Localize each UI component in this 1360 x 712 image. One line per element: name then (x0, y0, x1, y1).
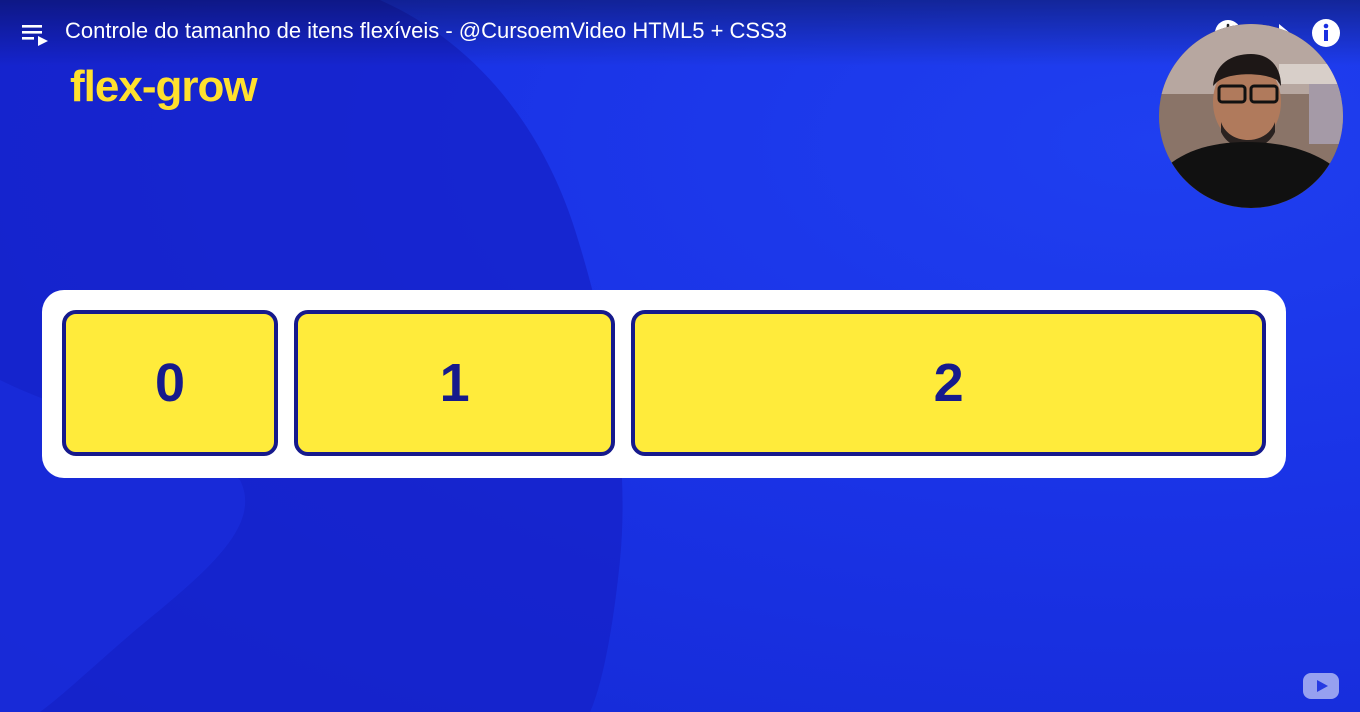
presenter-image (1159, 24, 1343, 208)
slide-heading: flex-grow (70, 62, 258, 111)
presenter-webcam (1159, 24, 1343, 208)
youtube-logo-icon[interactable] (1302, 672, 1340, 700)
flex-container: 0 1 2 (42, 290, 1286, 478)
player-top-bar: Controle do tamanho de itens flexíveis -… (0, 0, 1360, 66)
video-title[interactable]: Controle do tamanho de itens flexíveis -… (65, 18, 787, 44)
flex-item-1: 1 (294, 310, 616, 456)
flex-item-0: 0 (62, 310, 278, 456)
info-icon[interactable] (1311, 18, 1341, 48)
video-frame[interactable]: Controle do tamanho de itens flexíveis -… (0, 0, 1360, 712)
playlist-icon[interactable] (22, 22, 48, 46)
flex-item-2: 2 (631, 310, 1266, 456)
